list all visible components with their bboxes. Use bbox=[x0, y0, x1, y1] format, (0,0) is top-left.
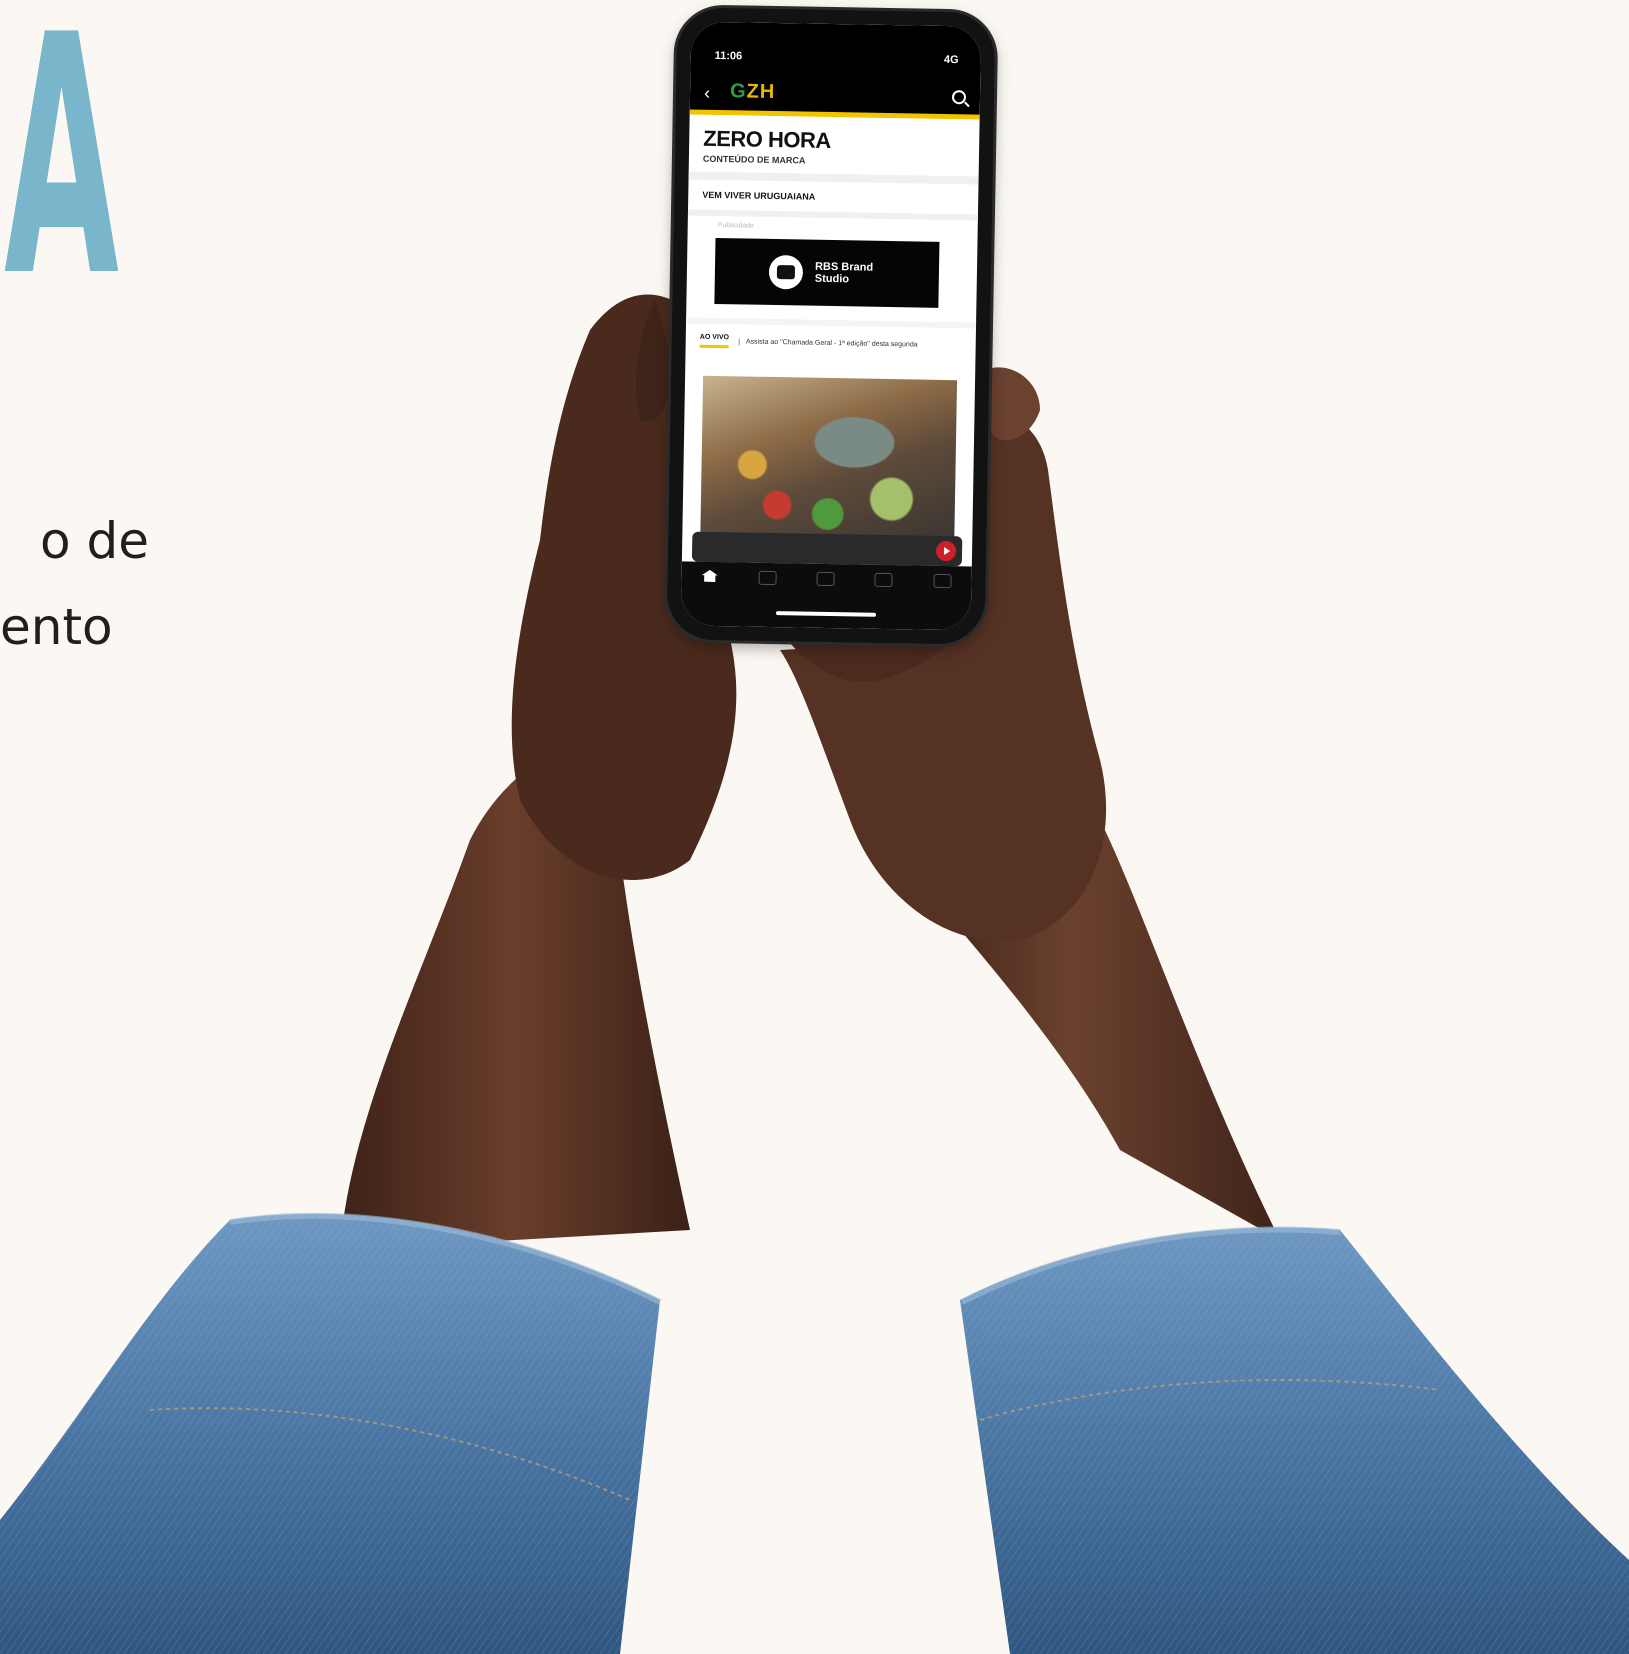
brand-subtitle: CONTEÚDO DE MARCA bbox=[702, 153, 806, 166]
live-label: AO VIVO bbox=[699, 333, 730, 349]
stage: A o de ento 11:06 4G ‹ GZH ZERO HORA CON… bbox=[0, 0, 1629, 1654]
live-ticker[interactable]: AO VIVO Assista ao "Chamada Geral - 1ª e… bbox=[699, 333, 976, 353]
bottom-tab-bar bbox=[680, 561, 972, 631]
tab-radio-icon[interactable] bbox=[816, 571, 835, 587]
brand-block: ZERO HORA CONTEÚDO DE MARCA bbox=[703, 126, 831, 166]
gzh-logo[interactable]: GZH bbox=[730, 80, 776, 104]
tab-newspaper-icon[interactable] bbox=[874, 572, 894, 588]
play-icon[interactable] bbox=[935, 540, 957, 562]
phone-screen: 11:06 4G ‹ GZH ZERO HORA CONTEÚDO DE MAR… bbox=[680, 21, 982, 631]
ad-text: RBS Brand Studio bbox=[814, 260, 874, 286]
tab-podcast-icon[interactable] bbox=[933, 573, 952, 589]
live-headline: Assista ao "Chamada Geral - 1ª edição" d… bbox=[738, 337, 918, 349]
audio-player-bar[interactable] bbox=[691, 531, 963, 567]
divider bbox=[687, 209, 978, 221]
tab-home-icon[interactable] bbox=[702, 570, 718, 582]
ad-banner[interactable]: RBS Brand Studio bbox=[714, 237, 940, 308]
divider bbox=[686, 317, 977, 329]
status-signal: 4G bbox=[943, 53, 959, 67]
search-icon[interactable] bbox=[951, 90, 967, 105]
section-title[interactable]: VEM VIVER URUGUAIANA bbox=[702, 190, 815, 202]
tab-news-icon[interactable] bbox=[758, 570, 777, 586]
market-photo[interactable] bbox=[700, 375, 958, 541]
rbs-logo-icon bbox=[768, 254, 804, 290]
smartphone: 11:06 4G ‹ GZH ZERO HORA CONTEÚDO DE MAR… bbox=[666, 7, 996, 645]
ad-label: Publicidade bbox=[717, 222, 754, 230]
app-nav-row: ‹ GZH bbox=[704, 80, 967, 111]
back-chevron-icon[interactable]: ‹ bbox=[704, 82, 710, 103]
divider bbox=[688, 171, 979, 185]
brand-title: ZERO HORA bbox=[703, 125, 831, 153]
status-time: 11:06 bbox=[714, 49, 743, 63]
